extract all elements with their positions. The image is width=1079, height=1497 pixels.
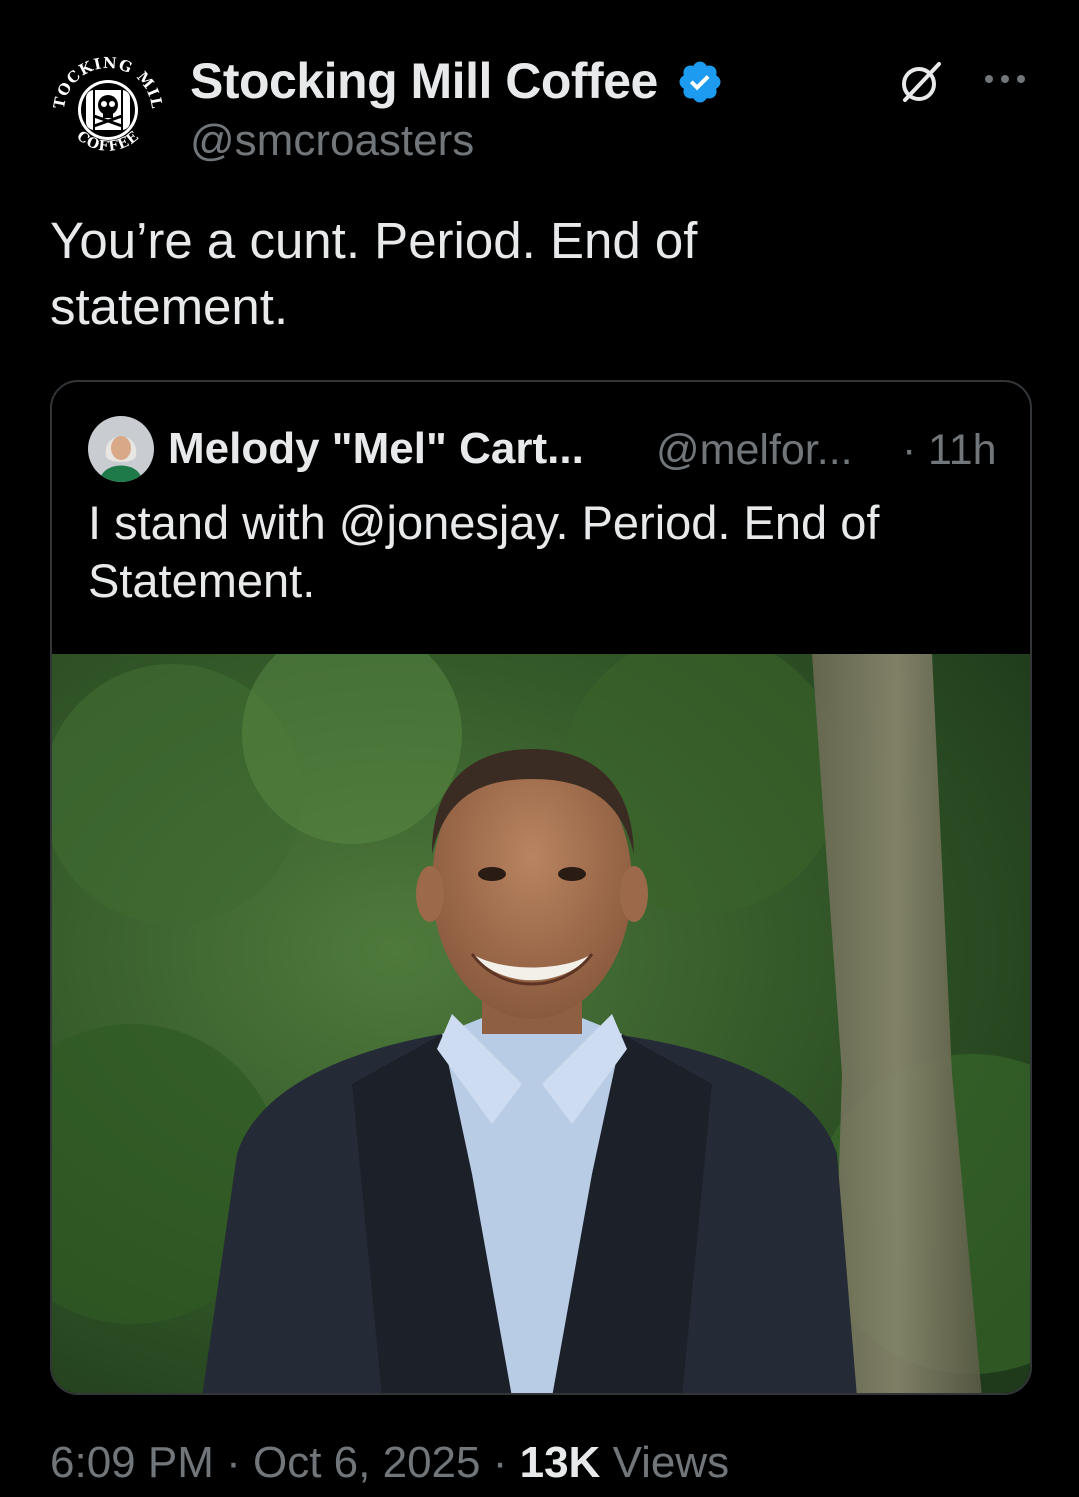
author-handle[interactable]: @smcroasters [190,116,474,166]
tweet-meta: 6:09 PM · Oct 6, 2025 · 13K Views [50,1438,729,1488]
grok-icon[interactable] [895,56,947,108]
separator-dot: · [492,1438,508,1487]
quoted-text-line: Statement. [88,554,316,607]
tweet-text: You’re a cunt. Period. End of statement. [50,208,1010,340]
quoted-text-line: I stand with @jonesjay. Period. End of [88,496,880,549]
tweet-text-line: statement. [50,278,289,335]
more-options-icon[interactable] [980,64,1030,94]
coffee-logo-icon: STOCKING MILL COFFEE [42,36,166,168]
views-count[interactable]: 13K [520,1438,601,1487]
separator-dot: · [902,426,917,474]
author-avatar[interactable]: STOCKING MILL COFFEE [42,36,168,170]
views-label[interactable]: Views [613,1438,730,1487]
tweet: STOCKING MILL COFFEE Stocking Mill Coffe… [0,0,1079,1497]
separator-dot: · [226,1438,241,1487]
author-name[interactable]: Stocking Mill Coffee [190,52,658,110]
verified-badge-icon[interactable] [676,58,724,106]
quoted-author-name[interactable]: Melody "Mel" Cart... [168,424,584,474]
tweet-text-line: You’re a cunt. Period. End of [50,212,698,269]
quoted-author-avatar[interactable] [88,416,154,482]
quoted-tweet[interactable]: Melody "Mel" Cart... @melfor... · 11h I … [50,380,1032,1395]
quoted-tweet-text: I stand with @jonesjay. Period. End of S… [88,494,1008,610]
quoted-tweet-photo[interactable] [52,624,1030,1393]
tweet-date[interactable]: Oct 6, 2025 [253,1438,480,1487]
quoted-timestamp[interactable]: 11h [928,426,997,475]
quoted-author-handle[interactable]: @melfor... [656,426,853,475]
tweet-time[interactable]: 6:09 PM [50,1438,214,1487]
